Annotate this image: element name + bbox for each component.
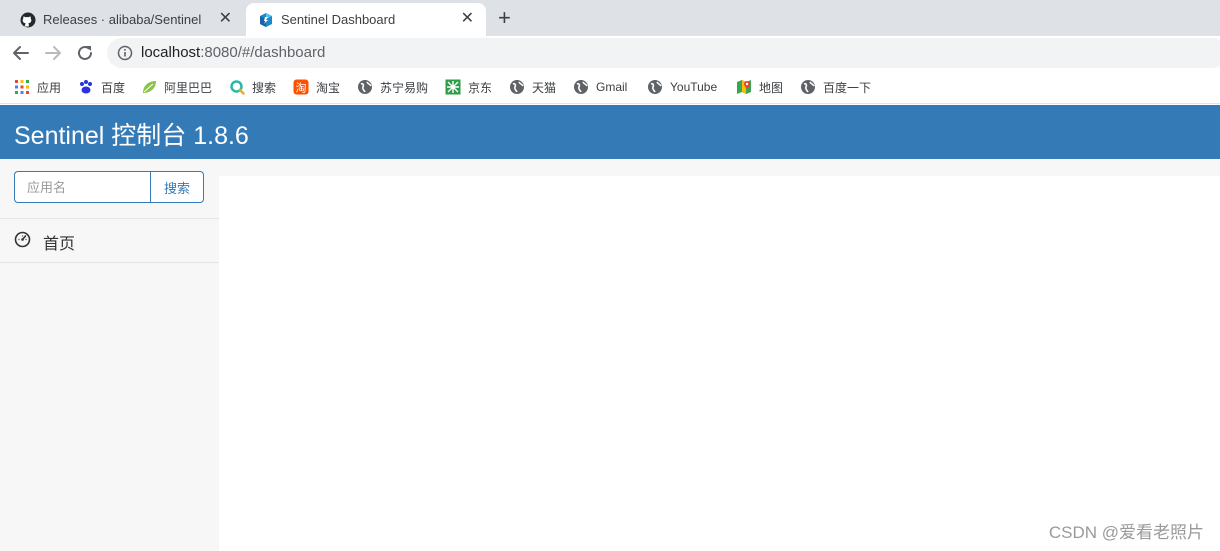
bookmark-label: 百度: [101, 80, 126, 95]
bookmark-label: 地图: [759, 80, 784, 95]
tab-releases[interactable]: Releases · alibaba/Sentinel ✕: [8, 3, 244, 36]
globe-icon: [801, 80, 815, 94]
bookmark-label: 百度一下: [823, 80, 872, 95]
main-content: [219, 159, 1220, 551]
bookmark-suning[interactable]: 苏宁易购: [357, 78, 428, 96]
sidebar-item-home[interactable]: 首页: [0, 219, 219, 262]
bookmark-tmall[interactable]: 天猫: [509, 78, 556, 96]
github-icon: [20, 12, 36, 28]
bookmark-label: 搜索: [252, 80, 277, 95]
taobao-icon: 淘: [293, 79, 309, 95]
content-top-strip: [219, 159, 1220, 176]
watermark: CSDN @爱看老照片: [1048, 523, 1204, 542]
close-tab-icon[interactable]: ✕: [461, 10, 474, 28]
app-search: 搜索: [14, 171, 204, 203]
bookmark-taobao[interactable]: 淘 淘宝: [293, 78, 340, 96]
sidebar: 搜索 首页: [0, 159, 219, 551]
divider: [0, 262, 219, 263]
app-title[interactable]: Sentinel 控制台 1.8.6: [14, 116, 249, 152]
bookmark-maps[interactable]: 地图: [736, 78, 783, 96]
reload-icon[interactable]: [75, 43, 95, 63]
new-tab-button[interactable]: +: [498, 6, 511, 30]
forward-arrow-icon[interactable]: [43, 43, 63, 63]
apps-grid-icon: [15, 80, 29, 94]
info-icon[interactable]: [117, 45, 133, 61]
bookmark-label: 苏宁易购: [380, 80, 429, 95]
bookmark-alibaba[interactable]: 阿里巴巴: [141, 78, 212, 96]
url-text[interactable]: localhost:8080/#/dashboard: [141, 44, 325, 61]
globe-icon: [648, 80, 662, 94]
globe-icon: [358, 80, 372, 94]
browser-toolbar: localhost:8080/#/dashboard: [0, 36, 1220, 70]
bookmark-jd[interactable]: 京东: [445, 78, 492, 96]
bookmark-label: 京东: [468, 80, 493, 95]
bookmark-gmail[interactable]: Gmail: [573, 78, 627, 96]
globe-icon: [574, 80, 588, 94]
url-path: :8080/#/dashboard: [200, 44, 326, 61]
tab-title: Releases · alibaba/Sentinel: [43, 12, 202, 27]
bookmark-label: 天猫: [532, 80, 557, 95]
globe-icon: [510, 80, 524, 94]
bookmarks-bar: 应用 百度 阿里巴巴 搜索 淘 淘宝 苏宁易购 京东 天猫 Gmail YouT…: [0, 70, 1220, 104]
close-tab-icon[interactable]: ✕: [219, 10, 232, 28]
sentinel-icon: [260, 13, 272, 27]
app-name-search-input[interactable]: [14, 171, 151, 203]
bookmark-apps[interactable]: 应用: [14, 78, 61, 96]
tab-strip: Releases · alibaba/Sentinel ✕ Sentinel D…: [0, 0, 1220, 36]
bookmark-youtube[interactable]: YouTube: [647, 78, 717, 96]
bookmark-label: 应用: [37, 80, 62, 95]
bookmark-label: 阿里巴巴: [164, 80, 213, 95]
tab-sentinel-dashboard[interactable]: Sentinel Dashboard ✕: [246, 3, 486, 36]
bookmark-baidu[interactable]: 百度: [78, 78, 125, 96]
baidu-paw-icon: [80, 80, 92, 94]
bookmark-label: YouTube: [670, 80, 718, 94]
back-arrow-icon[interactable]: [11, 43, 31, 63]
bookmark-label: Gmail: [596, 80, 628, 94]
address-bar[interactable]: localhost:8080/#/dashboard: [107, 38, 1220, 68]
search-ring-icon: [230, 80, 245, 95]
dashboard-gauge-icon: [14, 231, 31, 248]
svg-text:淘: 淘: [296, 82, 307, 95]
bookmark-label: 淘宝: [316, 80, 341, 95]
maps-icon: [737, 80, 751, 94]
tab-title: Sentinel Dashboard: [281, 12, 396, 27]
bookmark-search[interactable]: 搜索: [229, 78, 276, 96]
bookmark-baidu-search[interactable]: 百度一下: [800, 78, 871, 96]
url-host: localhost: [141, 44, 201, 61]
jd-icon: [445, 79, 461, 95]
sidebar-item-label: 首页: [43, 236, 76, 253]
leaf-icon: [143, 81, 156, 93]
search-button[interactable]: 搜索: [150, 171, 204, 203]
app-header: Sentinel 控制台 1.8.6: [0, 105, 1220, 159]
